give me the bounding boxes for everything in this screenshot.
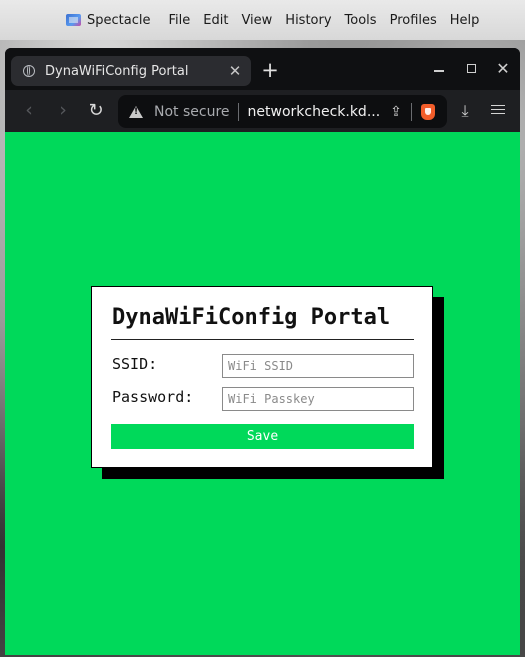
brave-shields-icon[interactable] xyxy=(420,103,435,120)
tab-title: DynaWiFiConfig Portal xyxy=(45,63,189,79)
app-name[interactable]: Spectacle xyxy=(87,13,150,28)
forward-button[interactable]: › xyxy=(52,100,74,122)
minimize-button[interactable] xyxy=(430,60,448,78)
url-text[interactable]: networkcheck.kd... xyxy=(248,104,381,120)
page-content: DynaWiFiConfig Portal SSID: Password: Sa… xyxy=(5,132,520,655)
url-divider-2 xyxy=(410,102,412,121)
download-icon[interactable]: ⤓ xyxy=(456,101,474,121)
new-tab-button[interactable]: + xyxy=(259,60,281,82)
password-input[interactable] xyxy=(222,387,414,411)
menu-edit[interactable]: Edit xyxy=(203,13,228,28)
warning-icon[interactable] xyxy=(129,105,143,118)
back-button[interactable]: ‹ xyxy=(18,100,40,122)
tab-dynawificonfig-portal[interactable]: DynaWiFiConfig Portal ✕ xyxy=(11,56,251,86)
tab-strip: DynaWiFiConfig Portal ✕ + ✕ xyxy=(5,48,520,90)
menu-tools[interactable]: Tools xyxy=(345,13,377,28)
address-bar[interactable]: Not secure networkcheck.kd... ⇪ xyxy=(118,95,447,128)
menu-history[interactable]: History xyxy=(285,13,331,28)
spectacle-icon[interactable] xyxy=(66,14,81,26)
security-status[interactable]: Not secure xyxy=(154,104,230,120)
url-divider xyxy=(237,102,239,121)
menu-line xyxy=(491,112,505,115)
ssid-input[interactable] xyxy=(222,354,414,378)
ssid-label: SSID: xyxy=(112,355,158,373)
share-icon[interactable]: ⇪ xyxy=(390,104,402,120)
page-title: DynaWiFiConfig Portal xyxy=(112,305,391,330)
menu-help[interactable]: Help xyxy=(450,13,480,28)
menu-line xyxy=(491,104,505,107)
menu-view[interactable]: View xyxy=(241,13,272,28)
reload-button[interactable]: ↻ xyxy=(85,100,107,122)
tab-close-icon[interactable]: ✕ xyxy=(227,63,243,79)
hamburger-menu-icon[interactable] xyxy=(490,102,506,118)
globe-icon xyxy=(23,65,35,77)
menu-line xyxy=(491,108,505,111)
menu-profiles[interactable]: Profiles xyxy=(390,13,437,28)
save-button[interactable]: Save xyxy=(111,424,414,449)
browser-window: DynaWiFiConfig Portal ✕ + ✕ ‹ › ↻ Not se… xyxy=(5,48,520,655)
browser-toolbar: ‹ › ↻ Not secure networkcheck.kd... ⇪ ⤓ xyxy=(5,90,520,132)
global-menu-bar: Spectacle File Edit View History Tools P… xyxy=(0,0,525,40)
password-label: Password: xyxy=(112,388,194,406)
config-card: DynaWiFiConfig Portal SSID: Password: Sa… xyxy=(91,286,433,468)
title-divider xyxy=(111,339,414,340)
maximize-button[interactable] xyxy=(463,60,481,78)
menu-file[interactable]: File xyxy=(168,13,190,28)
close-window-button[interactable]: ✕ xyxy=(494,60,512,78)
